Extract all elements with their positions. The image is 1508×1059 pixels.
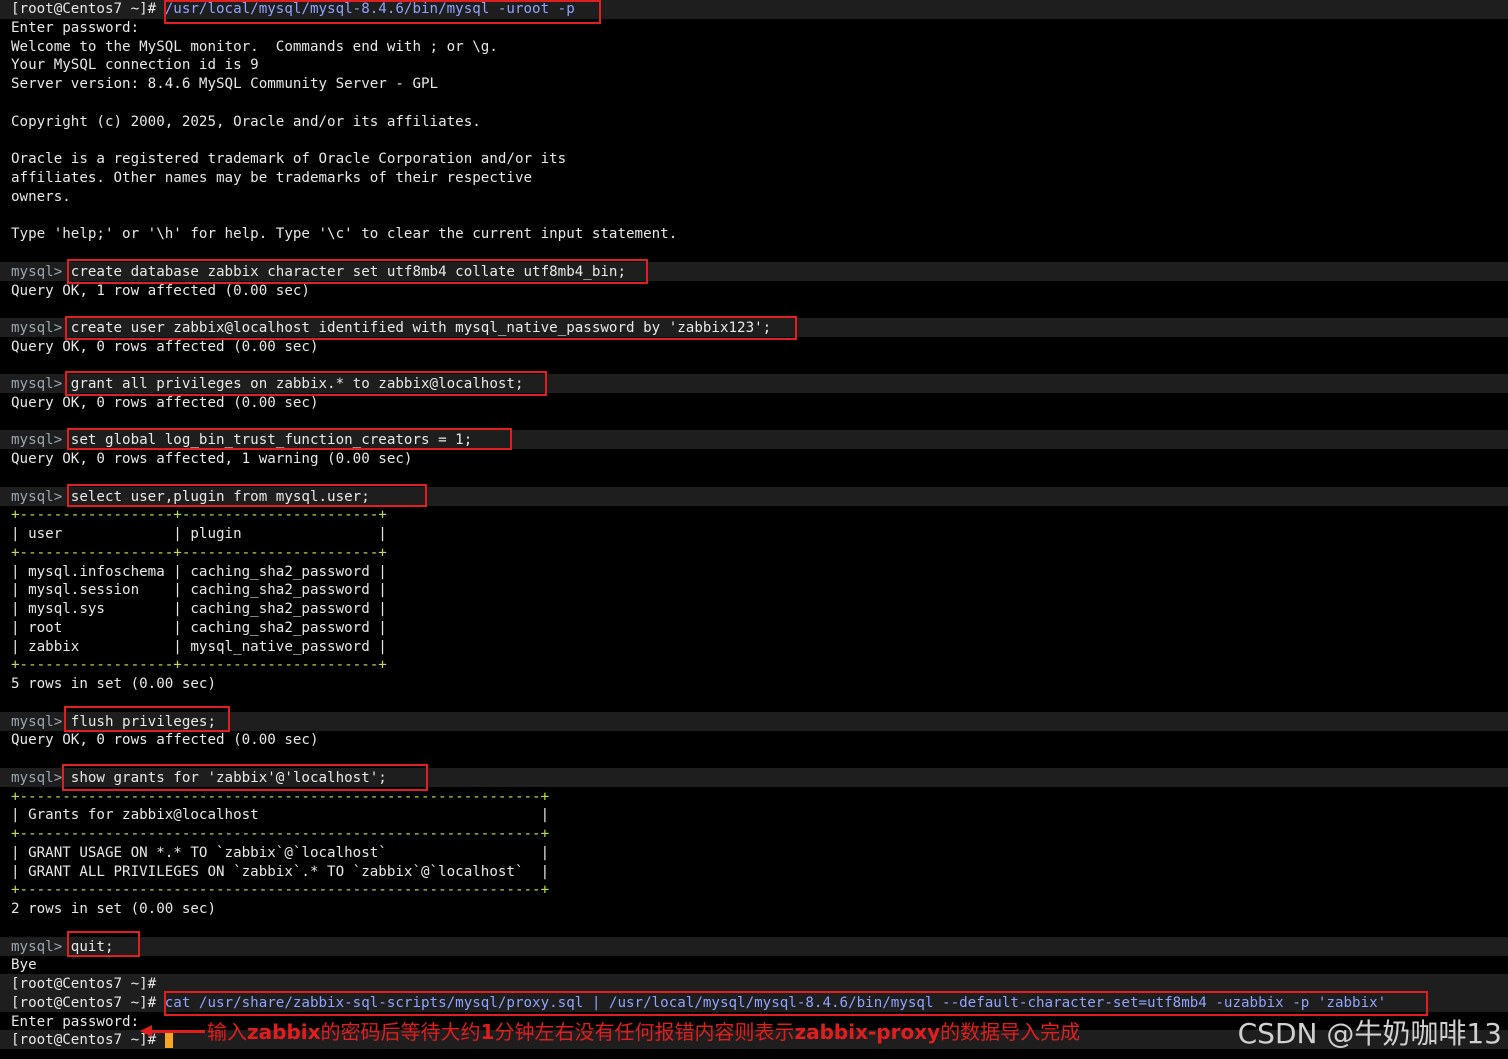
table-border: +------------------+--------------------… bbox=[11, 657, 387, 673]
table-row: | mysql.sys | caching_sha2_password | bbox=[11, 601, 387, 617]
query-result: Query OK, 1 row affected (0.00 sec) bbox=[11, 283, 310, 299]
oracle-text: Oracle is a registered trademark of Orac… bbox=[11, 151, 567, 167]
cursor bbox=[164, 1032, 173, 1048]
watermark: CSDN @牛奶咖啡13 bbox=[1237, 1017, 1502, 1050]
shell-line: [root@Centos7 ~]# bbox=[11, 976, 157, 992]
copyright-text: Copyright (c) 2000, 2025, Oracle and/or … bbox=[11, 114, 481, 130]
table-border: +------------------+--------------------… bbox=[11, 545, 387, 561]
query-result: 5 rows in set (0.00 sec) bbox=[11, 676, 216, 692]
highlight-box bbox=[65, 316, 797, 340]
table-border: +------------------+--------------------… bbox=[11, 507, 387, 523]
table-border: +---------------------------------------… bbox=[11, 882, 550, 898]
table-header: | user | plugin | bbox=[11, 526, 387, 542]
highlight-box bbox=[67, 259, 648, 284]
table-row: | GRANT ALL PRIVILEGES ON `zabbix`.* TO … bbox=[11, 864, 550, 880]
table-row: | mysql.session | caching_sha2_password … bbox=[11, 582, 387, 598]
highlight-box bbox=[64, 706, 230, 732]
highlight-box bbox=[62, 764, 428, 791]
cmd-band bbox=[0, 937, 1508, 956]
welcome-text: Welcome to the MySQL monitor. Commands e… bbox=[11, 39, 498, 55]
table-row: | root | caching_sha2_password | bbox=[11, 620, 387, 636]
query-result: Query OK, 0 rows affected (0.00 sec) bbox=[11, 339, 319, 355]
oracle-text: owners. bbox=[11, 189, 71, 205]
annotation-text: 输入zabbix的密码后等待大约1分钟左右没有任何报错内容则表示zabbix-p… bbox=[207, 1020, 1081, 1044]
query-result: 2 rows in set (0.00 sec) bbox=[11, 901, 216, 917]
table-row: | zabbix | mysql_native_password | bbox=[11, 639, 387, 655]
table-border: +---------------------------------------… bbox=[11, 826, 550, 842]
query-result: Query OK, 0 rows affected (0.00 sec) bbox=[11, 395, 319, 411]
highlight-box bbox=[67, 428, 512, 450]
server-version-text: Server version: 8.4.6 MySQL Community Se… bbox=[11, 76, 439, 92]
highlight-box bbox=[67, 484, 427, 507]
table-header: | Grants for zabbix@localhost | bbox=[11, 807, 550, 823]
table-row: | mysql.infoschema | caching_sha2_passwo… bbox=[11, 564, 387, 580]
table-row: | GRANT USAGE ON *.* TO `zabbix`@`localh… bbox=[11, 845, 550, 861]
highlight-box bbox=[65, 371, 547, 396]
highlight-box bbox=[164, 0, 601, 24]
query-result: Query OK, 0 rows affected, 1 warning (0.… bbox=[11, 451, 413, 467]
query-result: Query OK, 0 rows affected (0.00 sec) bbox=[11, 732, 319, 748]
terminal-window[interactable]: [root@Centos7 ~]# /usr/local/mysql/mysql… bbox=[0, 0, 1508, 1059]
connection-id-text: Your MySQL connection id is 9 bbox=[11, 57, 259, 73]
highlight-box bbox=[67, 931, 140, 957]
arrow-line bbox=[145, 1030, 205, 1033]
password-prompt: Enter password: bbox=[11, 1014, 140, 1030]
help-text: Type 'help;' or '\h' for help. Type '\c'… bbox=[11, 226, 678, 242]
password-prompt: Enter password: bbox=[11, 20, 140, 36]
oracle-text: affiliates. Other names may be trademark… bbox=[11, 170, 533, 186]
bye-text: Bye bbox=[11, 957, 37, 973]
